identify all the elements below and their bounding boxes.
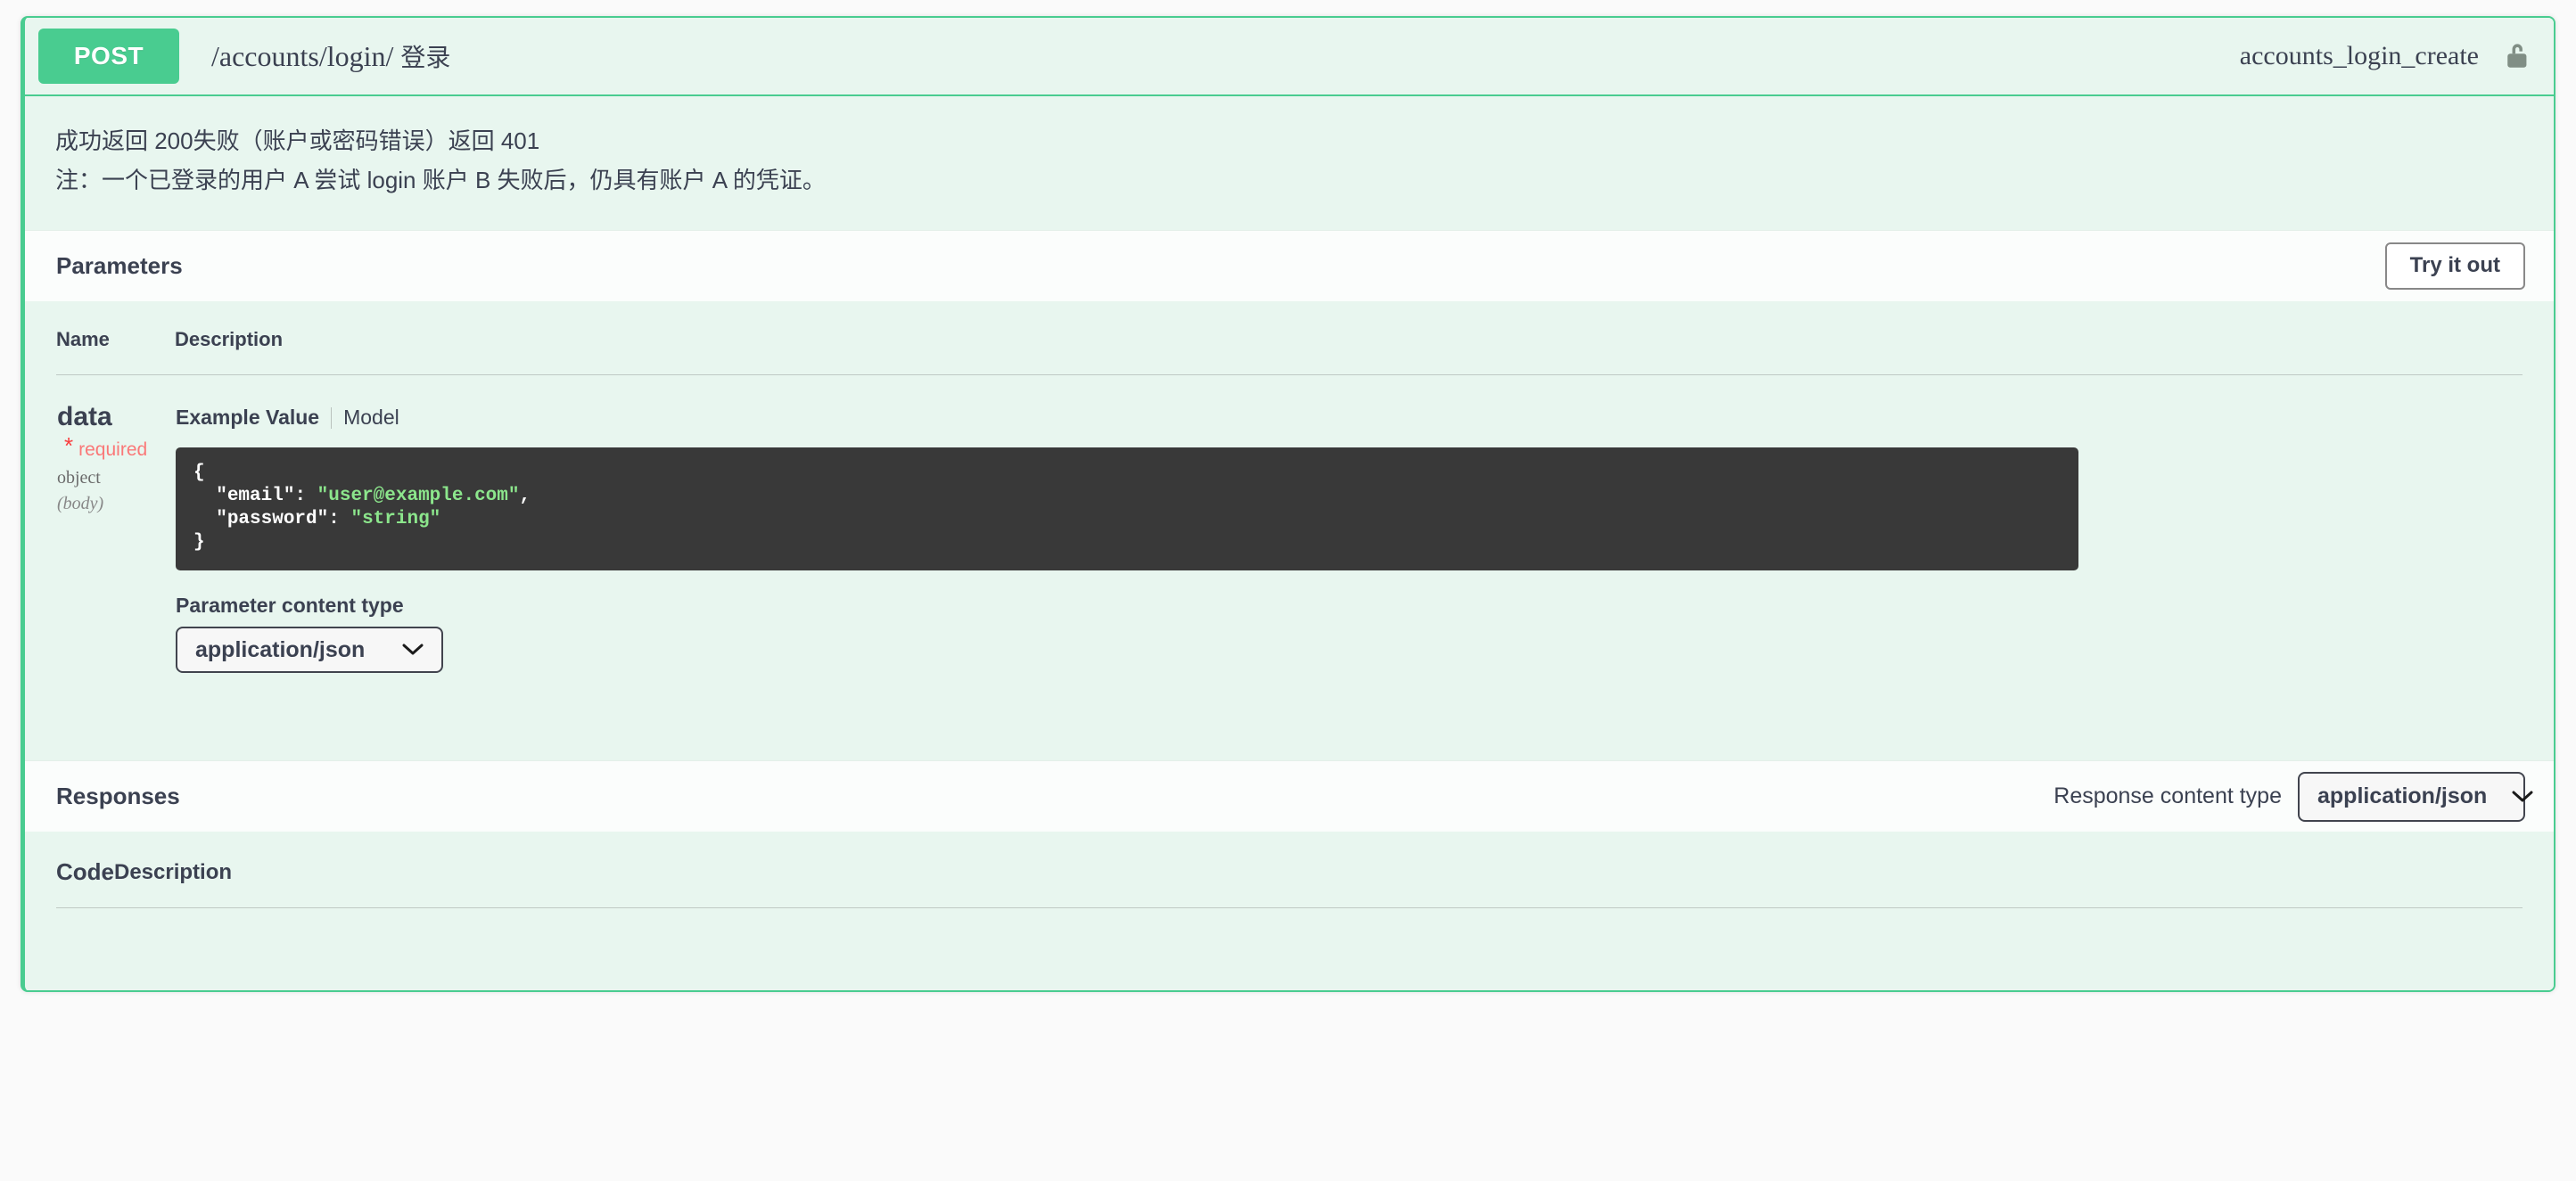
json-comma-1: , xyxy=(519,486,531,506)
operation-summary-header[interactable]: POST /accounts/login/登录 accounts_login_c… xyxy=(25,18,2554,94)
unlocked-padlock-icon[interactable] xyxy=(2504,39,2534,73)
responses-body: Code Description xyxy=(25,832,2554,990)
example-model-tabs: Example Value Model xyxy=(176,406,2522,430)
operation-description: 成功返回 200失败（账户或密码错误）返回 401 注：一个已登录的用户 A 尝… xyxy=(25,94,2554,230)
responses-table-empty-row xyxy=(56,908,2523,949)
try-it-out-button[interactable]: Try it out xyxy=(2384,242,2525,290)
json-open-brace: { xyxy=(193,463,205,483)
operation-block: POST /accounts/login/登录 accounts_login_c… xyxy=(21,16,2555,992)
tab-example-value[interactable]: Example Value xyxy=(176,406,319,430)
parameter-content-type-select[interactable]: application/json xyxy=(176,627,443,673)
operation-id: accounts_login_create xyxy=(2239,41,2479,70)
responses-table-header-row: Code Description xyxy=(56,858,2523,908)
parameter-name: data xyxy=(57,402,112,431)
responses-table: Code Description xyxy=(56,858,2523,949)
operation-path-text: /accounts/login/ xyxy=(211,40,394,72)
json-value-email: "user@example.com" xyxy=(317,486,520,506)
description-line-1: 成功返回 200失败（账户或密码错误）返回 401 xyxy=(55,127,540,154)
parameters-header: Parameters Try it out xyxy=(25,230,2554,301)
parameters-bottom-spacer xyxy=(56,691,2523,760)
column-header-description: Description xyxy=(175,328,2523,375)
response-content-type-select[interactable]: application/json xyxy=(2298,771,2533,822)
json-key-email: "email" xyxy=(216,486,295,506)
parameters-table: Name Description data* required object (b… xyxy=(56,328,2523,691)
parameter-location: (body) xyxy=(57,494,104,513)
required-label: required xyxy=(78,439,148,460)
http-method-badge: POST xyxy=(38,29,179,84)
json-close-brace: } xyxy=(193,532,205,553)
chevron-down-icon xyxy=(377,643,424,657)
parameter-content-type-label: Parameter content type xyxy=(176,594,404,617)
column-header-description: Description xyxy=(114,858,2523,908)
column-header-name: Name xyxy=(56,328,175,375)
operation-path: /accounts/login/登录 xyxy=(211,38,450,74)
parameters-body: Name Description data* required object (b… xyxy=(25,301,2554,760)
parameter-type: object xyxy=(57,468,101,488)
description-line-2: 注：一个已登录的用户 A 尝试 login 账户 B 失败后，仍具有账户 A 的… xyxy=(55,167,826,193)
chevron-down-icon xyxy=(2487,790,2533,804)
response-content-type-label: Response content type xyxy=(2053,783,2282,808)
required-asterisk: * xyxy=(64,432,74,459)
json-key-password: "password" xyxy=(216,509,329,529)
responses-header: Responses Response content type applicat… xyxy=(25,760,2554,832)
column-header-code: Code xyxy=(56,858,114,908)
json-value-password: "string" xyxy=(350,509,441,529)
response-content-type-value: application/json xyxy=(2317,783,2488,808)
json-colon-1: : xyxy=(294,486,317,506)
tab-model[interactable]: Model xyxy=(343,406,399,430)
parameters-title: Parameters xyxy=(56,252,183,279)
parameter-content-type-value: application/json xyxy=(195,636,366,662)
responses-title: Responses xyxy=(56,783,180,809)
parameter-description-cell: Example Value Model { "email": "user@exa… xyxy=(175,375,2523,692)
operation-summary-text: 登录 xyxy=(400,44,451,71)
parameter-name-line: data* required xyxy=(57,402,174,461)
table-row: data* required object (body) Example Valu… xyxy=(56,375,2523,692)
tab-divider xyxy=(331,406,333,429)
parameter-name-cell: data* required object (body) xyxy=(56,375,175,692)
example-value-code-block[interactable]: { "email": "user@example.com", "password… xyxy=(176,447,2078,570)
json-colon-2: : xyxy=(328,509,351,529)
response-content-type-control: Response content type application/json xyxy=(2053,771,2533,822)
parameters-table-header-row: Name Description xyxy=(56,328,2523,375)
